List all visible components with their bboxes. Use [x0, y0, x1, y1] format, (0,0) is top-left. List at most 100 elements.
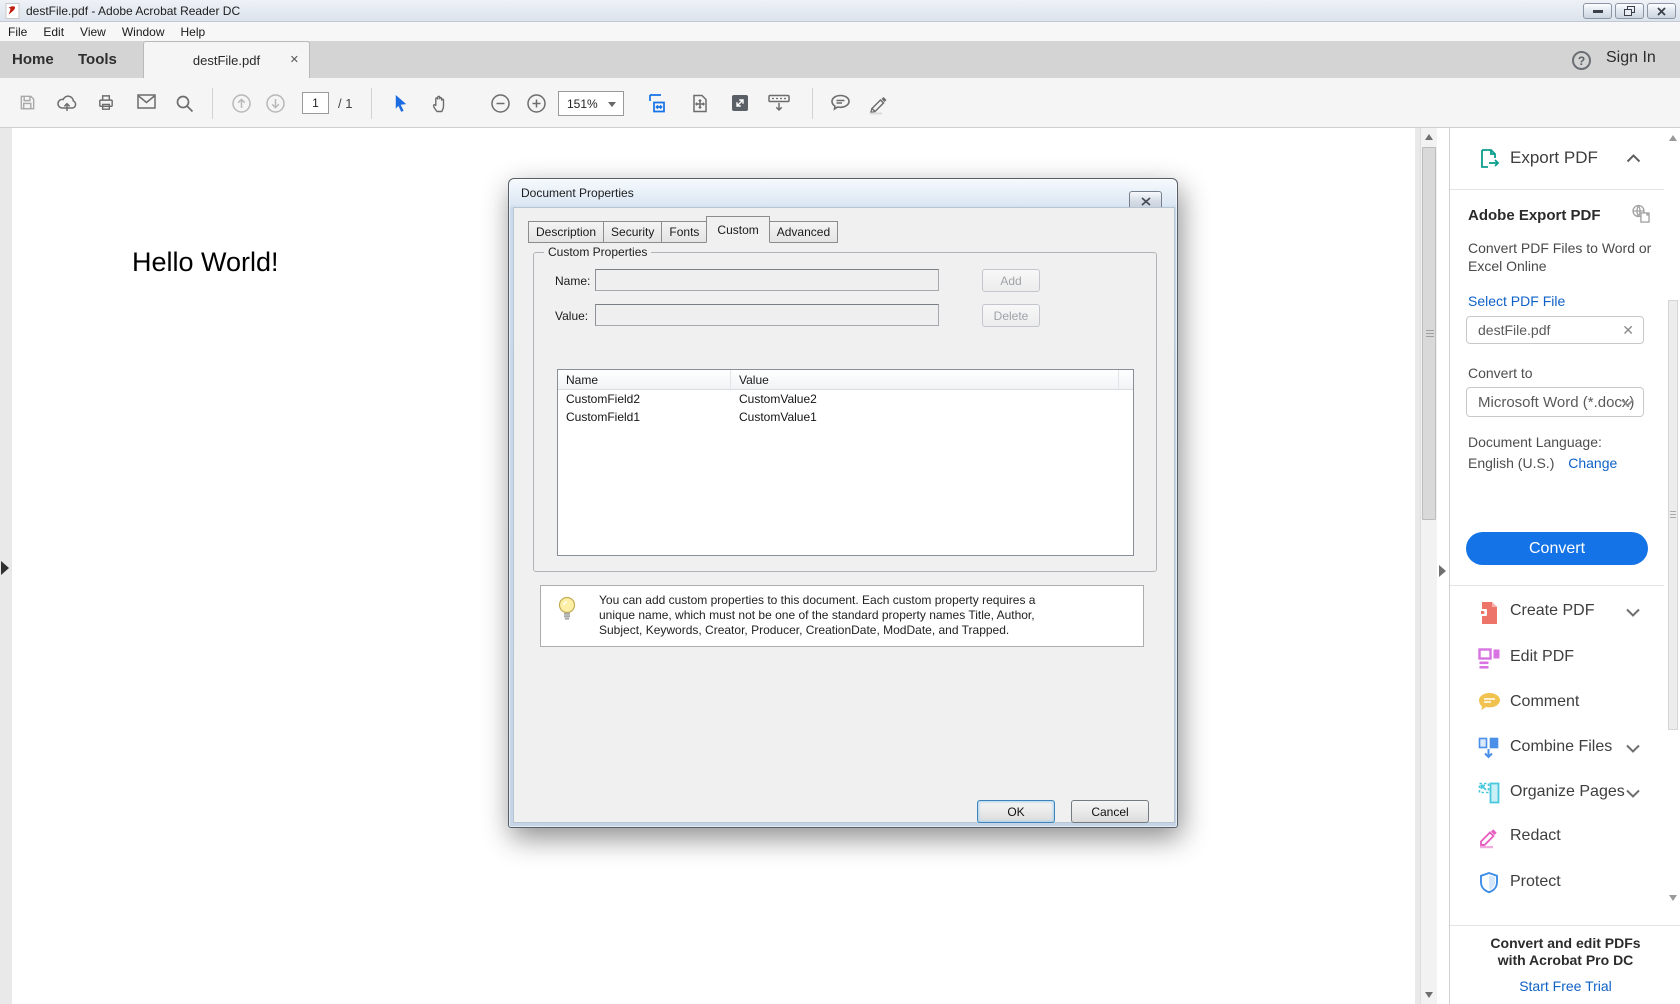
adobe-export-pdf-title: Adobe Export PDF [1468, 207, 1601, 224]
print-icon[interactable] [96, 93, 116, 112]
group-legend: Custom Properties [544, 245, 651, 259]
acrobat-pro-promo: Convert and edit PDFs with Acrobat Pro D… [1450, 925, 1680, 994]
restore-button[interactable] [1615, 3, 1644, 19]
toolbar-dock-icon[interactable] [766, 93, 792, 113]
zoom-level-select[interactable]: 151% [558, 91, 624, 116]
format-select[interactable]: Microsoft Word (*.docx) [1466, 387, 1644, 417]
organize-pages-icon [1477, 781, 1501, 805]
create-pdf-icon [1477, 600, 1501, 626]
tool-combine-files[interactable]: Combine Files [1450, 734, 1664, 764]
select-pdf-file-link[interactable]: Select PDF File [1468, 293, 1565, 309]
tab-close-icon[interactable]: ✕ [290, 53, 299, 66]
tool-label: Create PDF [1510, 602, 1594, 620]
window-title: destFile.pdf - Adobe Acrobat Reader DC [26, 4, 240, 18]
properties-table[interactable]: Name Value CustomField2 CustomValue2 Cus… [557, 369, 1134, 556]
menu-window[interactable]: Window [114, 22, 173, 41]
tab-bar: Home Tools destFile.pdf ✕ ? Sign In [0, 41, 1680, 78]
tool-create-pdf[interactable]: Create PDF [1450, 598, 1664, 628]
start-free-trial-link[interactable]: Start Free Trial [1450, 978, 1680, 994]
email-icon[interactable] [136, 93, 157, 110]
comment-bubble-icon[interactable] [829, 93, 852, 113]
change-language-link[interactable]: Change [1568, 455, 1617, 471]
selected-file-name: destFile.pdf [1478, 322, 1550, 338]
sidebar-scroll-down-icon[interactable] [1665, 890, 1680, 906]
tool-organize-pages[interactable]: Organize Pages [1450, 779, 1664, 809]
column-header-spacer [1119, 370, 1133, 389]
tab-custom[interactable]: Custom [706, 216, 769, 243]
convert-button[interactable]: Convert [1466, 532, 1648, 565]
tab-advanced[interactable]: Advanced [769, 221, 838, 243]
tab-fonts[interactable]: Fonts [661, 221, 707, 243]
save-icon[interactable] [18, 93, 37, 112]
menu-file[interactable]: File [0, 22, 35, 41]
tool-label: Organize Pages [1510, 783, 1625, 801]
tab-security[interactable]: Security [603, 221, 662, 243]
column-header-value[interactable]: Value [731, 370, 1119, 389]
name-input[interactable] [595, 269, 939, 291]
chevron-down-icon[interactable] [1626, 608, 1640, 617]
selected-file-field[interactable]: destFile.pdf ✕ [1466, 316, 1644, 344]
highlighter-icon[interactable] [866, 93, 890, 115]
chevron-down-icon[interactable] [1626, 744, 1640, 753]
share-upload-icon[interactable] [56, 93, 78, 113]
delete-button[interactable]: Delete [982, 304, 1040, 327]
tab-description[interactable]: Description [528, 221, 604, 243]
document-scrollbar[interactable] [1420, 128, 1437, 1004]
column-header-name[interactable]: Name [558, 370, 731, 389]
tool-protect[interactable]: Protect [1450, 869, 1664, 899]
export-pdf-title: Export PDF [1510, 148, 1598, 168]
scroll-up-icon[interactable] [1421, 129, 1437, 145]
left-panel-expander-icon[interactable] [1, 561, 9, 575]
tab-tools[interactable]: Tools [78, 41, 117, 78]
export-pdf-header[interactable]: Export PDF [1450, 128, 1664, 190]
next-page-icon[interactable] [265, 93, 286, 114]
tool-redact[interactable]: Redact [1450, 823, 1664, 853]
page-number-input[interactable]: 1 [302, 92, 329, 114]
add-button[interactable]: Add [982, 269, 1040, 292]
document-scrollbar-thumb[interactable] [1422, 147, 1436, 520]
tab-home[interactable]: Home [12, 41, 54, 78]
tool-label: Comment [1510, 693, 1579, 711]
convert-to-label: Convert to [1468, 365, 1533, 381]
info-box: You can add custom properties to this do… [540, 585, 1144, 647]
fit-page-icon[interactable] [690, 93, 710, 114]
hand-tool-icon[interactable] [430, 93, 450, 114]
fit-width-icon[interactable] [648, 93, 670, 114]
zoom-level-value: 151% [567, 97, 598, 111]
sidebar-collapse-icon[interactable] [1439, 565, 1446, 577]
value-input[interactable] [595, 304, 939, 326]
menu-view[interactable]: View [72, 22, 114, 41]
ok-button[interactable]: OK [977, 800, 1055, 823]
dialog-tabs: Description Security Fonts Custom Advanc… [528, 216, 837, 243]
collapse-chevron-icon[interactable] [1626, 154, 1641, 163]
search-icon[interactable] [174, 93, 195, 114]
fullscreen-icon[interactable] [730, 93, 750, 113]
menu-edit[interactable]: Edit [35, 22, 72, 41]
tool-label: Combine Files [1510, 738, 1612, 756]
window-titlebar: destFile.pdf - Adobe Acrobat Reader DC [0, 0, 1680, 22]
scroll-down-icon[interactable] [1421, 987, 1437, 1003]
zoom-out-icon[interactable] [490, 93, 511, 114]
clear-file-icon[interactable]: ✕ [1622, 322, 1634, 339]
chevron-down-icon[interactable] [1626, 789, 1640, 798]
close-button[interactable] [1647, 3, 1676, 19]
help-icon[interactable]: ? [1572, 51, 1591, 70]
zoom-in-icon[interactable] [526, 93, 547, 114]
cancel-button[interactable]: Cancel [1071, 800, 1149, 823]
sidebar-scrollbar[interactable] [1665, 128, 1680, 925]
select-tool-icon[interactable] [392, 93, 409, 113]
sign-in-button[interactable]: Sign In [1606, 49, 1656, 67]
menu-help[interactable]: Help [173, 22, 214, 41]
table-row[interactable]: CustomField2 CustomValue2 [558, 390, 1133, 408]
tool-edit-pdf[interactable]: Edit PDF [1450, 644, 1664, 674]
sidebar-scroll-up-icon[interactable] [1665, 130, 1680, 146]
minimize-button[interactable] [1583, 3, 1612, 19]
table-row[interactable]: CustomField1 CustomValue1 [558, 408, 1133, 426]
tool-comment[interactable]: Comment [1450, 689, 1664, 719]
tab-document[interactable]: destFile.pdf ✕ [143, 41, 310, 78]
previous-page-icon[interactable] [231, 93, 252, 114]
main-toolbar: 1 / 1 151% [0, 78, 1680, 128]
sidebar-scrollbar-thumb[interactable] [1668, 300, 1678, 730]
document-language-label: Document Language: [1468, 434, 1602, 450]
redact-icon [1477, 825, 1501, 849]
